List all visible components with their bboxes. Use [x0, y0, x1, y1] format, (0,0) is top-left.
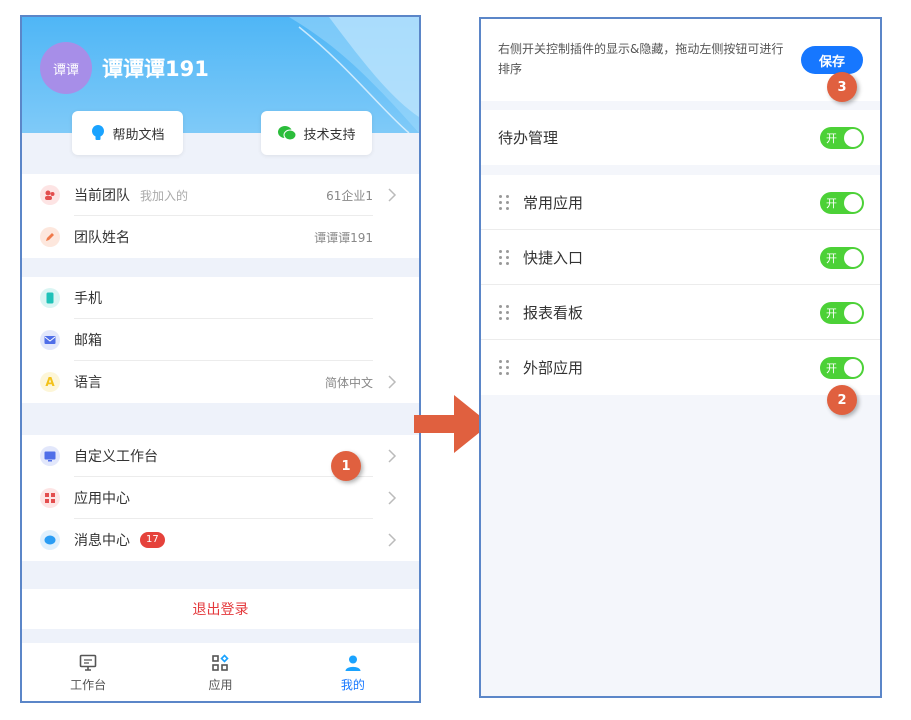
chevron-right-icon — [388, 375, 397, 389]
plugin-toggle-text: 开 — [826, 196, 837, 210]
todo-toggle-text: 开 — [826, 131, 837, 145]
tech-support-button[interactable]: 技术支持 — [261, 111, 372, 155]
tab-workbench-label: 工作台 — [70, 677, 107, 692]
app-center-row[interactable]: 应用中心 — [22, 477, 419, 519]
toggle-knob — [844, 248, 862, 267]
message-center-row[interactable]: 消息中心 17 — [22, 519, 419, 561]
todo-label: 待办管理 — [498, 129, 559, 147]
logout-button[interactable]: 退出登录 — [22, 589, 419, 629]
plugin-toggle-text: 开 — [826, 306, 837, 320]
plugin-toggle[interactable]: 开 — [820, 246, 864, 269]
right-phone-screen: 右侧开关控制插件的显示&隐藏，拖动左侧按钮可进行排序 保存 3 待办管理 开 常… — [479, 17, 882, 698]
contact-section: 手机 邮箱 A 语言 简体中文 — [22, 277, 419, 403]
toggle-knob — [844, 193, 862, 212]
team-name-value: 谭谭谭191 — [314, 230, 373, 245]
help-docs-button[interactable]: 帮助文档 — [72, 111, 183, 155]
language-label: 语言 — [74, 375, 102, 391]
plugin-row-external-apps: 外部应用 开 — [481, 340, 880, 395]
todo-row: 待办管理 开 — [481, 110, 880, 165]
grid-icon — [212, 653, 230, 671]
todo-toggle[interactable]: 开 — [820, 126, 864, 149]
tab-mine-label: 我的 — [340, 677, 365, 692]
step-marker-2: 2 — [827, 385, 857, 415]
language-value: 简体中文 — [324, 375, 373, 390]
chevron-right-icon — [388, 533, 397, 547]
plugin-label: 报表看板 — [523, 304, 584, 322]
plugin-row-report-board: 报表看板 开 — [481, 285, 880, 340]
step-marker-1: 1 — [331, 451, 361, 481]
email-label: 邮箱 — [74, 333, 102, 349]
monitor-icon — [40, 446, 60, 466]
left-phone-screen: 谭谭 谭谭谭191 帮助文档 技术支持 当前团队 我加入的 61企业1 团队姓名… — [20, 15, 421, 703]
plugin-label: 快捷入口 — [523, 249, 584, 267]
step-marker-3: 3 — [827, 72, 857, 102]
plugin-toggle-text: 开 — [826, 361, 837, 375]
drag-handle-icon[interactable] — [499, 304, 509, 321]
todo-section: 待办管理 开 — [481, 110, 880, 165]
app-center-label: 应用中心 — [74, 491, 130, 507]
team-icon — [40, 185, 60, 205]
email-row[interactable]: 邮箱 — [22, 319, 419, 361]
unread-badge: 17 — [140, 532, 165, 548]
plugin-row-common-apps: 常用应用 开 — [481, 175, 880, 230]
lightbulb-icon — [92, 125, 105, 140]
team-section: 当前团队 我加入的 61企业1 团队姓名 谭谭谭191 — [22, 174, 419, 258]
app-grid-icon — [40, 488, 60, 508]
chevron-right-icon — [388, 449, 397, 463]
wechat-icon — [278, 126, 297, 141]
phone-label: 手机 — [74, 291, 102, 307]
save-button[interactable]: 保存 — [801, 46, 863, 74]
apps-section: 自定义工作台 应用中心 消息中心 17 — [22, 435, 419, 561]
plugin-toggle[interactable]: 开 — [820, 356, 864, 379]
team-name-row[interactable]: 团队姓名 谭谭谭191 — [22, 216, 419, 258]
user-name: 谭谭谭191 — [102, 57, 209, 81]
pencil-icon — [40, 227, 60, 247]
phone-row[interactable]: 手机 — [22, 277, 419, 319]
current-team-sub: 我加入的 — [140, 188, 189, 203]
toggle-knob — [844, 128, 862, 147]
chevron-right-icon — [388, 491, 397, 505]
drag-handle-icon[interactable] — [499, 249, 509, 266]
chat-bubble-icon — [40, 530, 60, 550]
language-row[interactable]: A 语言 简体中文 — [22, 361, 419, 403]
tab-apps-label: 应用 — [208, 677, 233, 692]
user-icon — [345, 655, 361, 671]
chevron-right-icon — [388, 188, 397, 202]
language-icon: A — [40, 372, 60, 392]
phone-icon — [40, 288, 60, 308]
toggle-knob — [844, 303, 862, 322]
team-name-label: 团队姓名 — [74, 230, 130, 246]
help-docs-label: 帮助文档 — [112, 127, 165, 143]
tech-support-label: 技术支持 — [303, 127, 356, 143]
plugin-toggle[interactable]: 开 — [820, 191, 864, 214]
plugin-settings-description: 右侧开关控制插件的显示&隐藏，拖动左侧按钮可进行排序 — [498, 42, 784, 76]
plugin-toggle-text: 开 — [826, 251, 837, 265]
avatar[interactable]: 谭谭 — [40, 42, 92, 94]
drag-handle-icon[interactable] — [499, 359, 509, 376]
current-team-value: 61企业1 — [326, 188, 373, 203]
tab-workbench[interactable]: 工作台 — [22, 643, 154, 701]
current-team-label: 当前团队 — [74, 188, 130, 204]
plugins-section: 常用应用 开 快捷入口 开 报表看板 开 外部应用 开 — [481, 175, 880, 395]
custom-workbench-label: 自定义工作台 — [74, 449, 158, 465]
mail-icon — [40, 330, 60, 350]
plugin-row-quick-entry: 快捷入口 开 — [481, 230, 880, 285]
tab-mine[interactable]: 我的 — [287, 643, 419, 701]
plugin-label: 常用应用 — [523, 194, 584, 212]
monitor-icon — [79, 654, 97, 671]
bottom-tab-bar: 工作台 应用 我的 — [22, 643, 419, 701]
current-team-row[interactable]: 当前团队 我加入的 61企业1 — [22, 174, 419, 216]
plugin-label: 外部应用 — [523, 359, 584, 377]
drag-handle-icon[interactable] — [499, 194, 509, 211]
message-center-label: 消息中心 — [74, 533, 130, 549]
plugin-toggle[interactable]: 开 — [820, 301, 864, 324]
toggle-knob — [844, 358, 862, 377]
plugin-settings-header: 右侧开关控制插件的显示&隐藏，拖动左侧按钮可进行排序 保存 — [481, 19, 880, 101]
tab-apps[interactable]: 应用 — [154, 643, 286, 701]
